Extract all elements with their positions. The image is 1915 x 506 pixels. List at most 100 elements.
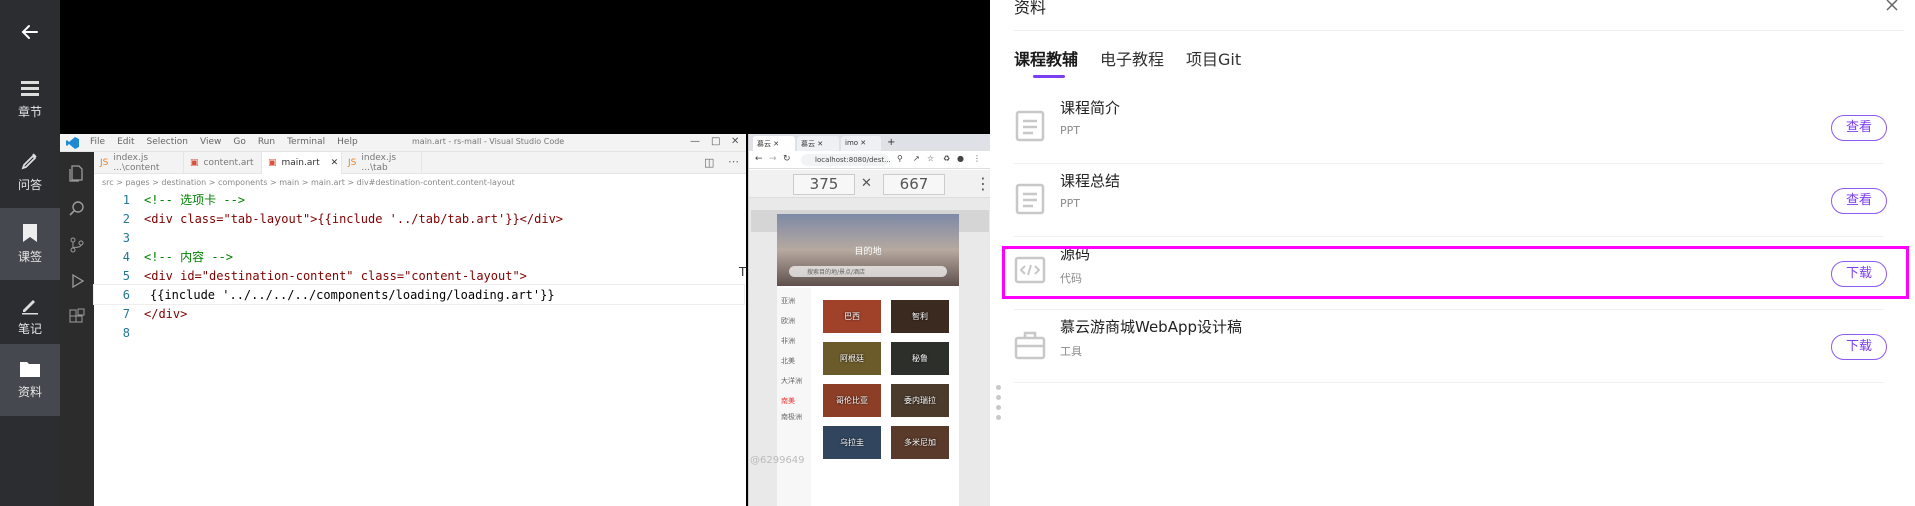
tab-index-tab[interactable]: JS index.js ...\tab <box>342 152 422 174</box>
tab-label: index.js ...\tab <box>361 153 397 173</box>
rail-item-qa[interactable]: 问答 <box>0 136 60 208</box>
menu-selection[interactable]: Selection <box>147 137 188 147</box>
destination-card[interactable]: 乌拉圭 <box>823 426 881 459</box>
menu-run[interactable]: Run <box>258 137 275 147</box>
breadcrumb[interactable]: src > pages > destination > components >… <box>94 174 746 190</box>
tab-course-materials[interactable]: 课程教辅 <box>1014 46 1078 72</box>
text-cursor-icon: T <box>739 265 747 279</box>
menu-edit[interactable]: Edit <box>117 137 134 147</box>
region-item[interactable]: 欧洲 <box>781 316 795 326</box>
material-row: 慕云游商城WebApp设计稿 工具 下载 <box>1014 310 1887 383</box>
region-item[interactable]: 大洋洲 <box>781 376 802 386</box>
device-menu-icon[interactable]: ⋮ <box>975 174 990 193</box>
run-debug-icon[interactable] <box>68 272 86 290</box>
new-tab-icon[interactable]: + <box>887 137 895 148</box>
more-actions-icon[interactable]: ⋯ <box>728 155 739 168</box>
destination-card[interactable]: 委内瑞拉 <box>891 384 949 417</box>
menu-file[interactable]: File <box>90 137 105 147</box>
menu-help[interactable]: Help <box>337 137 358 147</box>
document-icon <box>1015 110 1045 142</box>
destination-card[interactable]: 智利 <box>891 300 949 333</box>
view-button[interactable]: 查看 <box>1831 188 1887 214</box>
maximize-icon[interactable]: □ <box>711 136 720 147</box>
browser-menu-icon[interactable]: ⋮ <box>973 154 981 163</box>
extension-icon[interactable]: ♻ <box>943 154 950 163</box>
material-title: 课程简介 <box>1060 99 1121 117</box>
reload-icon[interactable]: ↻ <box>783 154 791 164</box>
rail-item-notes[interactable]: 笔记 <box>0 280 60 352</box>
browser-tab[interactable]: 慕云 ✕ <box>797 136 839 151</box>
close-icon[interactable]: ✕ <box>731 136 739 147</box>
tab-label: index.js ...\content <box>113 153 160 173</box>
code-line: 1 <!-- 选项卡 --> <box>94 190 245 209</box>
tab-ebook[interactable]: 电子教程 <box>1100 46 1164 72</box>
address-bar[interactable]: localhost:8080/dest... <box>801 154 891 166</box>
profile-icon[interactable]: ● <box>957 154 964 163</box>
destination-card[interactable]: 巴西 <box>823 300 881 333</box>
download-button[interactable]: 下载 <box>1831 261 1887 287</box>
active-tab-underline <box>1033 75 1065 78</box>
menu-view[interactable]: View <box>200 137 221 147</box>
share-icon[interactable]: ↗ <box>913 154 920 163</box>
menu-go[interactable]: Go <box>233 137 245 147</box>
tab-content-art[interactable]: ▣ content.art <box>184 152 262 174</box>
region-item-active[interactable]: 南美 <box>781 396 795 406</box>
tab-index-content[interactable]: JS index.js ...\content <box>94 152 184 174</box>
browser-tab[interactable]: imo ✕ <box>841 136 881 151</box>
tab-project-git[interactable]: 项目Git <box>1186 46 1241 72</box>
destination-card[interactable]: 多米尼加 <box>891 426 949 459</box>
material-type: 代码 <box>1060 272 1082 285</box>
screen: 章节 问答 课签 笔记 资料 File Edit Selection View … <box>0 0 1915 506</box>
tab-label: main.art <box>281 158 320 168</box>
drag-handle[interactable] <box>996 385 1002 425</box>
line-text: <!-- 内容 --> <box>144 250 234 264</box>
split-editor-icon[interactable]: ◫ <box>704 156 714 169</box>
view-button[interactable]: 查看 <box>1831 115 1887 141</box>
toolbox-icon <box>1014 331 1046 360</box>
region-item[interactable]: 非洲 <box>781 336 795 346</box>
arrow-left-icon <box>21 25 38 39</box>
zoom-icon[interactable]: ⚲ <box>897 154 903 163</box>
explorer-icon[interactable] <box>68 164 86 182</box>
region-item[interactable]: 南极洲 <box>781 412 802 422</box>
code-icon <box>1014 256 1046 284</box>
close-icon[interactable] <box>1883 0 1901 16</box>
device-height-input[interactable]: 667 <box>883 174 945 195</box>
code-editor[interactable]: 1 <!-- 选项卡 --> 2 <div class="tab-layout"… <box>93 190 746 506</box>
minimize-icon[interactable]: — <box>690 136 700 147</box>
star-icon[interactable]: ☆ <box>927 154 934 163</box>
line-number: 6 <box>122 287 130 302</box>
material-type: PPT <box>1060 197 1080 210</box>
download-button[interactable]: 下载 <box>1831 334 1887 360</box>
dimension-times: ✕ <box>861 176 872 191</box>
left-rail: 章节 问答 课签 笔记 资料 <box>0 0 60 506</box>
destination-card[interactable]: 阿根廷 <box>823 342 881 375</box>
rail-item-materials[interactable]: 资料 <box>0 344 60 416</box>
region-sidebar: 亚洲 欧洲 非洲 北美 大洋洲 南美 南极洲 <box>777 288 811 506</box>
back-button[interactable] <box>0 0 60 64</box>
source-control-icon[interactable] <box>68 236 86 254</box>
device-width-input[interactable]: 375 <box>793 174 855 195</box>
code-line: 7 </div> <box>94 304 188 323</box>
line-text: <div id="destination-content" class="con… <box>144 268 527 283</box>
qa-icon <box>21 153 37 170</box>
destination-card[interactable]: 哥伦比亚 <box>823 384 881 417</box>
region-item[interactable]: 北美 <box>781 356 795 366</box>
line-text: </div> <box>144 306 188 321</box>
rail-item-chapters[interactable]: 章节 <box>0 64 60 136</box>
forward-icon[interactable]: → <box>769 154 777 164</box>
back-icon[interactable]: ← <box>755 154 763 164</box>
region-item[interactable]: 亚洲 <box>781 296 795 306</box>
tab-main-art[interactable]: ▣ main.art ✕ <box>262 152 342 174</box>
destination-card[interactable]: 秘鲁 <box>891 342 949 375</box>
browser-tab[interactable]: 慕云 ✕ <box>753 136 795 151</box>
tab-close-icon[interactable]: ✕ <box>331 158 339 168</box>
tab-label: content.art <box>203 158 254 168</box>
extensions-icon[interactable] <box>68 308 86 326</box>
vscode-titlebar: File Edit Selection View Go Run Terminal… <box>60 134 746 152</box>
menu-terminal[interactable]: Terminal <box>287 137 325 147</box>
material-row: 课程简介 PPT 查看 <box>1014 91 1887 164</box>
hero-search[interactable]: 搜索目的地/景点/酒店 <box>789 266 947 277</box>
rail-item-bookmark[interactable]: 课签 <box>0 208 60 280</box>
search-icon[interactable] <box>68 200 86 218</box>
